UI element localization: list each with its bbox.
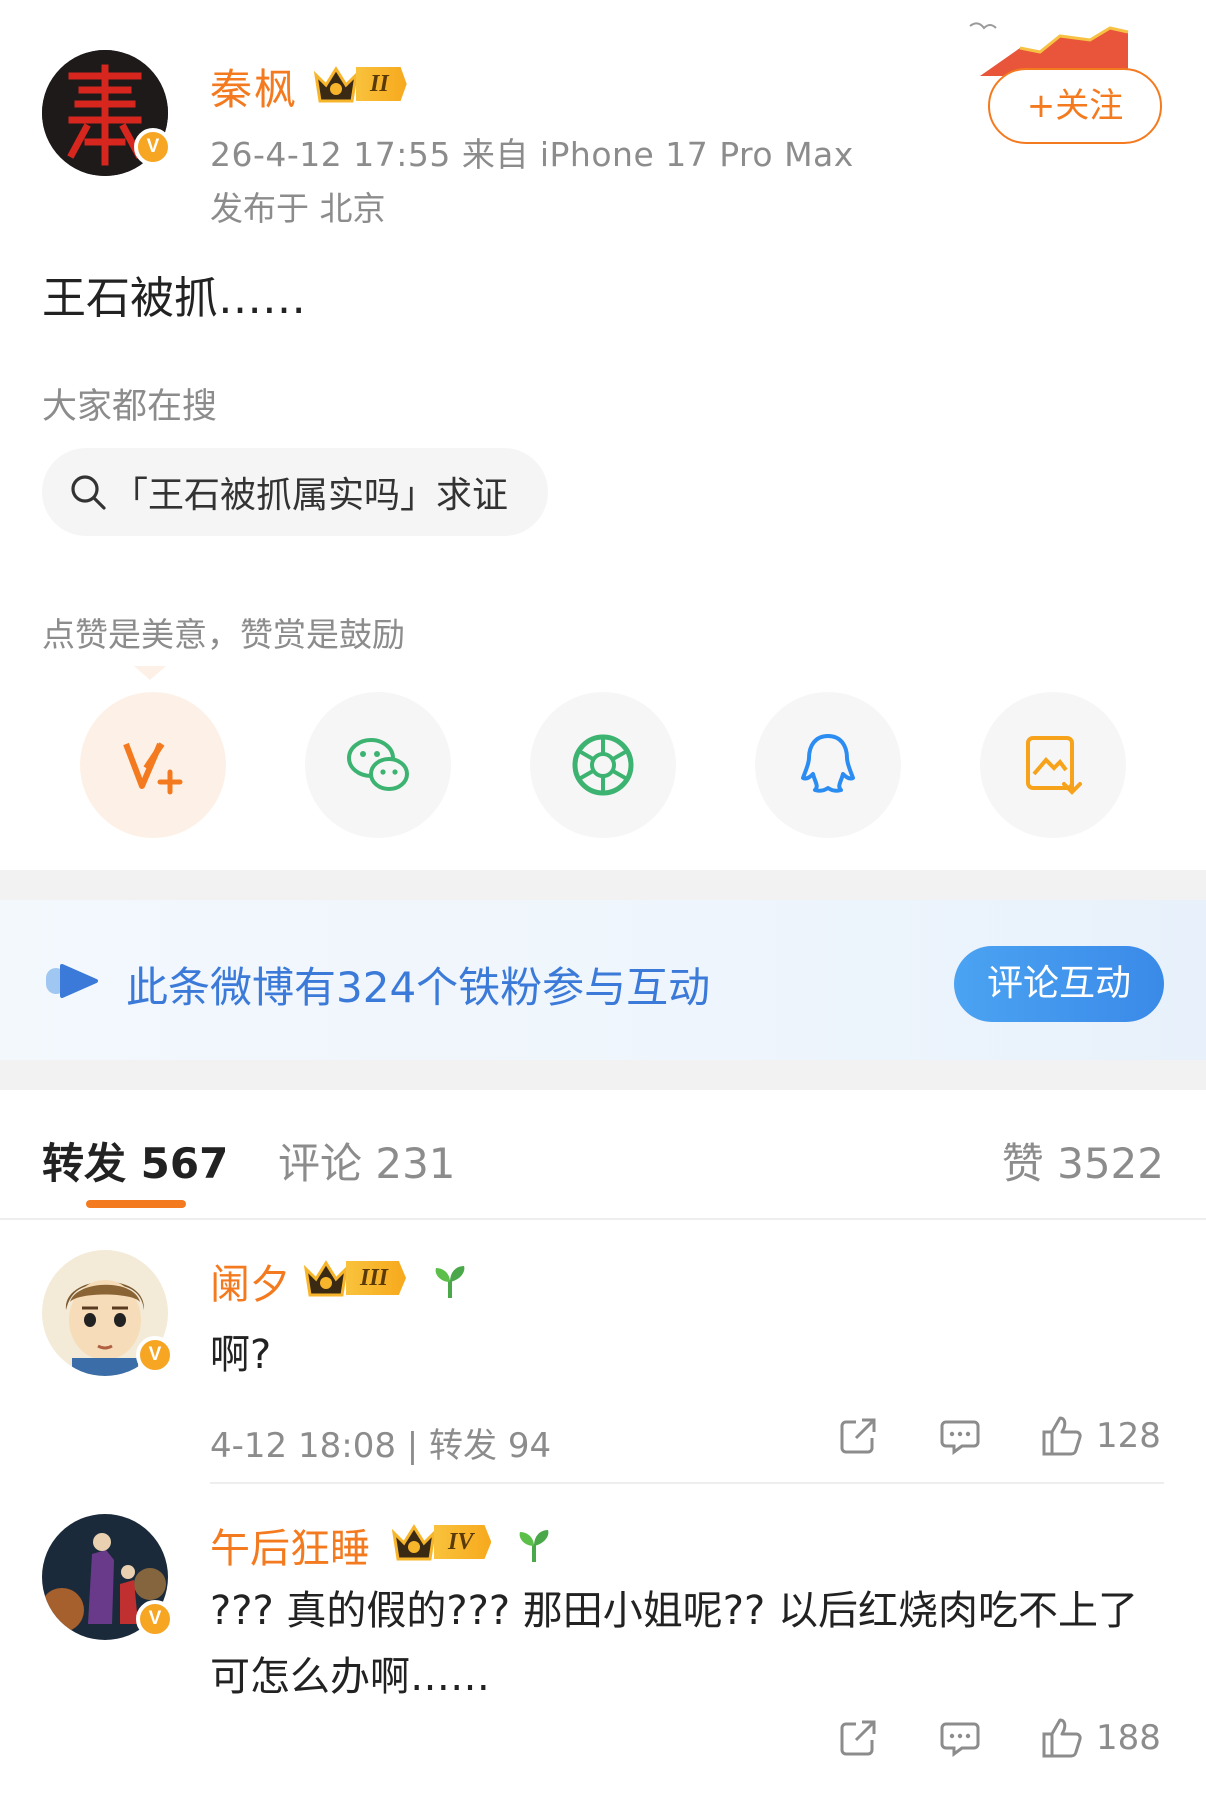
section-separator: [0, 870, 1206, 900]
repost-author-name[interactable]: 阑夕: [210, 1252, 290, 1310]
moments-icon: [572, 734, 634, 796]
save-image-button[interactable]: [980, 692, 1126, 838]
fan-level-badge[interactable]: II: [312, 62, 407, 106]
author-avatar[interactable]: V: [42, 50, 172, 176]
post-text: 王石被抓……: [42, 273, 306, 324]
share-icon: [840, 1720, 876, 1756]
share-row: [80, 692, 1126, 838]
post-card: V 秦枫 II 26-4-12 17:55 来自 iPhone 17 Pro M…: [0, 0, 1206, 870]
post-timestamp-source: 26-4-12 17:55 来自 iPhone 17 Pro Max: [210, 135, 854, 174]
repost-text: 啊?: [210, 1332, 272, 1378]
divider: [210, 1482, 1164, 1484]
fan-level-text: III: [346, 1261, 407, 1295]
repost-button[interactable]: [836, 1414, 880, 1458]
search-icon: [71, 475, 106, 510]
comment-interact-button[interactable]: 评论互动: [954, 946, 1164, 1022]
trending-search-query: 「王石被抓属实吗」求证: [112, 475, 509, 516]
verified-icon: V: [134, 128, 172, 166]
trending-search-chip[interactable]: 「王石被抓属实吗」求证: [42, 448, 549, 536]
share-qq-button[interactable]: [755, 692, 901, 838]
list-item: V 阑夕 III 啊? 4-12 18:08 | 转发 94 128: [0, 1222, 1206, 1484]
list-item: V 午后狂睡 IV ??? 真的假的??? 那田小姐呢?? 以后红烧肉吃不上了可…: [0, 1486, 1206, 1806]
repost-button[interactable]: [836, 1716, 880, 1760]
follow-button[interactable]: +关注: [988, 68, 1162, 144]
avatar[interactable]: V: [42, 1514, 174, 1640]
fan-level-badge[interactable]: III: [302, 1256, 407, 1300]
like-count: 188: [1096, 1718, 1161, 1758]
share-moments-button[interactable]: [530, 692, 676, 838]
fan-level-text: II: [356, 67, 407, 101]
crown-icon: [313, 66, 359, 103]
sprout-icon: [519, 1530, 549, 1562]
fan-level-text: IV: [434, 1525, 492, 1559]
comment-button[interactable]: [938, 1414, 982, 1458]
avatar[interactable]: V: [42, 1250, 174, 1376]
sprout-icon: [435, 1266, 465, 1298]
active-tab-indicator: [86, 1200, 186, 1208]
author-name[interactable]: 秦枫: [210, 56, 298, 117]
repost-text: ??? 真的假的??? 那田小姐呢?? 以后红烧肉吃不上了可怎么办啊……: [210, 1588, 1138, 1700]
fan-level-badge[interactable]: IV: [390, 1520, 492, 1564]
repost-meta: 4-12 18:08 | 转发 94: [210, 1426, 552, 1466]
tab-comment[interactable]: 评论 231: [278, 1130, 456, 1191]
like-count: 128: [1096, 1416, 1161, 1456]
comment-icon: [940, 1420, 980, 1455]
crown-icon: [391, 1524, 437, 1561]
like-button[interactable]: 128: [1040, 1414, 1161, 1458]
wechat-icon: [347, 738, 409, 791]
trending-search-label: 大家都在搜: [42, 387, 218, 427]
repost-author-name[interactable]: 午后狂睡: [210, 1516, 370, 1574]
section-separator: [0, 1060, 1206, 1090]
thumbs-up-icon: [1042, 1718, 1082, 1758]
tab-repost[interactable]: 转发 567: [42, 1130, 228, 1191]
share-icon: [840, 1418, 876, 1454]
qq-icon: [801, 734, 855, 793]
reward-button[interactable]: [80, 692, 226, 838]
verified-icon: V: [136, 1336, 174, 1374]
weibo-reward-icon: [123, 742, 183, 795]
comment-button[interactable]: [938, 1716, 982, 1760]
save-image-icon: [1026, 736, 1082, 795]
fans-interaction-icon: [46, 964, 98, 998]
verified-icon: V: [136, 1600, 174, 1638]
like-button[interactable]: 188: [1040, 1716, 1161, 1760]
tooltip-arrow: [134, 666, 166, 680]
reward-hint: 点赞是美意，赞赏是鼓励: [42, 615, 405, 654]
tab-like[interactable]: 赞 3522: [1002, 1130, 1164, 1191]
fans-interaction-text: 此条微博有324个铁粉参与互动: [126, 963, 711, 1012]
post-location: 发布于 北京: [210, 189, 386, 228]
thumbs-up-icon: [1042, 1416, 1082, 1456]
comment-icon: [940, 1722, 980, 1757]
share-wechat-button[interactable]: [305, 692, 451, 838]
crown-icon: [303, 1260, 349, 1297]
